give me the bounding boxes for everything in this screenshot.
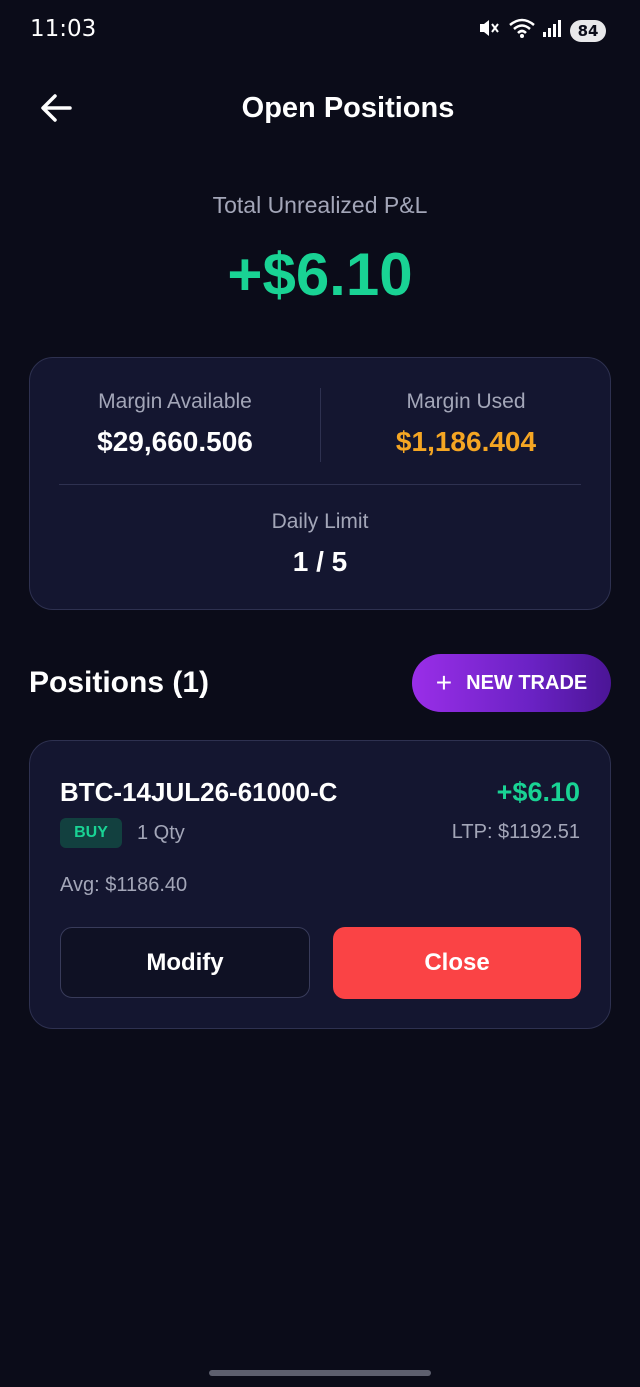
new-trade-button[interactable]: + NEW TRADE: [412, 654, 611, 712]
header: Open Positions: [0, 80, 640, 140]
margin-available: Margin Available $29,660.506: [30, 390, 320, 458]
position-symbol: BTC-14JUL26-61000-C: [60, 777, 338, 807]
signal-icon: [542, 17, 564, 44]
daily-limit-value: 1 / 5: [292, 546, 348, 577]
horizontal-divider: [59, 484, 581, 485]
margin-used-label: Margin Used: [406, 390, 526, 413]
modify-button[interactable]: Modify: [60, 927, 310, 998]
margin-available-label: Margin Available: [98, 390, 252, 413]
home-indicator[interactable]: [209, 1370, 431, 1376]
close-button[interactable]: Close: [333, 927, 581, 999]
total-pnl-label: Total Unrealized P&L: [212, 192, 428, 218]
status-time: 11:03: [30, 16, 97, 42]
battery-icon: 84: [570, 19, 606, 42]
position-ltp: LTP: $1192.51: [451, 821, 580, 843]
position-avg: Avg: $1186.40: [60, 874, 188, 896]
position-card: BTC-14JUL26-61000-C +$6.10 BUY 1 Qty LTP…: [29, 740, 611, 1029]
side-badge: BUY: [60, 818, 122, 848]
daily-limit-label: Daily Limit: [271, 510, 369, 533]
margin-available-value: $29,660.506: [97, 426, 253, 457]
wifi-icon: [508, 17, 536, 44]
page-title: Open Positions: [241, 92, 455, 124]
margin-used: Margin Used $1,186.404: [321, 390, 611, 458]
plus-icon: +: [435, 667, 453, 698]
status-bar: 11:03 84: [0, 0, 640, 60]
new-trade-label: NEW TRADE: [466, 671, 588, 694]
mute-icon: [478, 17, 502, 44]
margin-used-value: $1,186.404: [395, 426, 537, 457]
margin-summary-card: Margin Available $29,660.506 Margin Used…: [29, 357, 611, 610]
daily-limit: Daily Limit 1 / 5: [30, 510, 610, 578]
total-pnl-value: +$6.10: [227, 241, 413, 308]
status-icons: 84: [478, 17, 606, 44]
position-qty: 1 Qty: [137, 822, 185, 844]
positions-title: Positions (1): [29, 666, 210, 699]
position-pnl: +$6.10: [496, 777, 580, 807]
